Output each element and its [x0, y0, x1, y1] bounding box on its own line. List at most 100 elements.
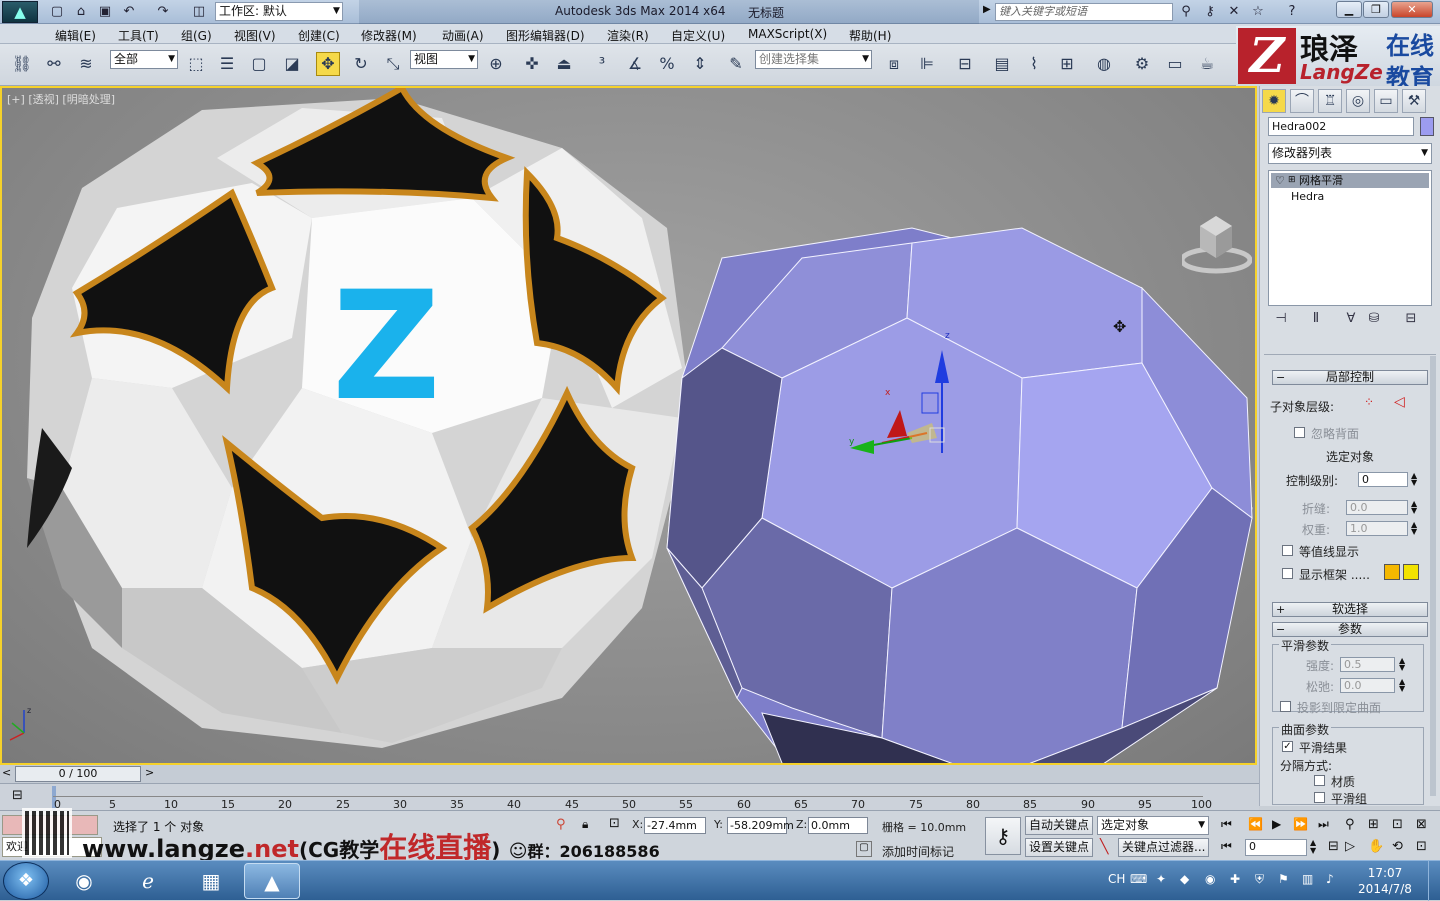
go-to-start-icon[interactable]: ⏮	[1221, 817, 1232, 832]
save-file-icon[interactable]: ▣	[96, 3, 114, 21]
new-file-icon[interactable]: ▢	[48, 3, 66, 21]
make-unique-icon[interactable]: ∀	[1340, 311, 1362, 331]
schematic-view-icon[interactable]: ⊞	[1055, 52, 1079, 76]
render-production-icon[interactable]: ☕	[1195, 52, 1219, 76]
set-key-icon[interactable]: ⚷	[985, 817, 1021, 855]
binoculars-icon[interactable]: ⚲	[1176, 3, 1196, 21]
z-coordinate-field[interactable]: 0.0mm	[808, 817, 868, 834]
zoom-extents-icon[interactable]: ⊡	[1392, 817, 1403, 832]
minimize-button[interactable]: ▁	[1336, 1, 1362, 18]
menu-create[interactable]: 创建(C)	[298, 27, 340, 44]
spinner-arrows-icon[interactable]: ▲ ▼	[1411, 500, 1417, 515]
3dsmax-taskbar-icon[interactable]: ▲	[244, 863, 300, 899]
reference-coord-dropdown[interactable]: 视图 ▼	[410, 50, 478, 69]
percent-snap-icon[interactable]: %	[655, 52, 679, 76]
stack-item-base[interactable]: Hedra	[1291, 190, 1324, 203]
bind-spacewarp-icon[interactable]: ≋	[74, 52, 98, 76]
isoline-checkbox[interactable]	[1282, 545, 1293, 556]
smoothing-groups-checkbox[interactable]	[1314, 792, 1325, 803]
mini-curve-editor-icon[interactable]: ⊟	[12, 788, 23, 803]
object-name-field[interactable]: Hedra002	[1268, 117, 1414, 136]
materials-checkbox[interactable]	[1314, 775, 1325, 786]
menu-tools[interactable]: 工具(T)	[118, 27, 159, 44]
layer-manager-icon[interactable]: ⊟	[953, 52, 977, 76]
panel-scrollbar[interactable]	[1430, 356, 1436, 796]
menu-rendering[interactable]: 渲染(R)	[607, 27, 649, 44]
vertex-mode-icon[interactable]: ⁘	[1364, 395, 1374, 409]
maximize-viewport-icon[interactable]: ⊡	[1416, 839, 1427, 854]
workspace-dropdown[interactable]: 工作区: 默认	[215, 2, 343, 21]
menu-edit[interactable]: 编辑(E)	[55, 27, 96, 44]
link-icon[interactable]: ⛓	[10, 52, 34, 76]
ignore-backface-checkbox[interactable]	[1294, 427, 1305, 438]
zoom-icon[interactable]: ⚲	[1345, 817, 1355, 832]
selection-filter-dropdown[interactable]: 全部 ▼	[110, 50, 178, 69]
control-level-spinner[interactable]: 0	[1358, 472, 1408, 487]
y-coordinate-field[interactable]: -58.209mm	[727, 817, 794, 834]
pivot-center-icon[interactable]: ⊕	[484, 52, 508, 76]
field-of-view-icon[interactable]: ▷	[1345, 839, 1355, 854]
ime-indicator[interactable]: CH	[1108, 872, 1125, 886]
volume-icon[interactable]: ♪	[1326, 872, 1334, 886]
system-clock[interactable]: 17:07 2014/7/8	[1355, 865, 1415, 897]
start-button[interactable]: ❖	[3, 862, 49, 900]
hedra-object[interactable]	[666, 227, 1253, 763]
tray-app-icon[interactable]: ◉	[1205, 872, 1215, 886]
track-bar[interactable]: ⊟ 0 5 10 15 20 25 30 35 40 45 50 55 60 6…	[0, 783, 1259, 811]
menu-animation[interactable]: 动画(A)	[442, 27, 484, 44]
undo-icon[interactable]: ↶	[120, 3, 138, 21]
current-frame-field[interactable]: 0	[1245, 839, 1307, 856]
subscription-icon[interactable]: ⚷	[1200, 3, 1220, 21]
next-frame-button-icon[interactable]: ⏩	[1293, 817, 1308, 831]
close-button[interactable]: ✕	[1391, 1, 1433, 18]
snap-toggle-icon[interactable]: ³	[590, 52, 614, 76]
project-folder-icon[interactable]: ◫	[190, 3, 208, 21]
menu-maxscript[interactable]: MAXScript(X)	[748, 27, 827, 41]
menu-modifiers[interactable]: 修改器(M)	[361, 27, 417, 44]
scene-explorer-icon[interactable]: ▤	[990, 52, 1014, 76]
spinner-arrows-icon[interactable]: ▲ ▼	[1310, 839, 1316, 855]
edge-mode-icon[interactable]: ◁	[1394, 394, 1405, 410]
time-slider[interactable]: 0 / 100	[15, 766, 141, 782]
keyboard-icon[interactable]: ⌨	[1130, 872, 1147, 886]
menu-customize[interactable]: 自定义(U)	[671, 27, 725, 44]
select-rotate-icon[interactable]: ↻	[349, 52, 373, 76]
rendered-frame-window-icon[interactable]: ▭	[1163, 52, 1187, 76]
keyboard-shortcut-icon[interactable]: ⏏	[552, 52, 576, 76]
menu-group[interactable]: 组(G)	[181, 27, 212, 44]
pan-icon[interactable]: ✋	[1368, 839, 1384, 854]
align-icon[interactable]: ⊫	[915, 52, 939, 76]
tab-utilities[interactable]: ⚒	[1402, 89, 1426, 113]
play-icon[interactable]: ▶	[1272, 817, 1281, 831]
tab-modify[interactable]: ⌒	[1290, 89, 1314, 113]
perspective-viewport[interactable]: [+] [透视] [明暗处理] Z z x y ✥ z	[0, 86, 1257, 765]
app-menu-button[interactable]: ▲	[2, 1, 38, 23]
viewcube-icon[interactable]	[1182, 208, 1252, 278]
curve-editor-icon[interactable]: ⌇	[1022, 52, 1046, 76]
expand-search-icon[interactable]: ▶	[983, 4, 991, 15]
show-desktop-button[interactable]	[1428, 861, 1440, 901]
rollout-soft-selection[interactable]: + 软选择	[1272, 602, 1428, 617]
key-filters-button[interactable]: 关键点过滤器...	[1118, 838, 1209, 857]
textured-ball[interactable]: Z	[27, 88, 692, 748]
add-time-tag[interactable]: 添加时间标记	[882, 843, 954, 860]
orbit-icon[interactable]: ⟲	[1392, 839, 1403, 854]
configure-sets-icon[interactable]: ⊟	[1400, 311, 1422, 331]
time-tag-icon[interactable]: ▢	[856, 841, 872, 857]
angle-snap-icon[interactable]: ∡	[623, 52, 647, 76]
spinner-arrows-icon[interactable]: ▲ ▼	[1411, 521, 1417, 536]
tray-app-icon[interactable]: ✦	[1156, 872, 1166, 886]
named-selection-dropdown[interactable]: 创建选择集 ▼	[755, 50, 872, 69]
lightbulb-icon[interactable]: ♡	[1275, 173, 1285, 188]
time-config-icon[interactable]: ⊟	[1328, 839, 1339, 854]
select-by-name-icon[interactable]: ☰	[215, 52, 239, 76]
project-surface-checkbox[interactable]	[1280, 701, 1291, 712]
menu-graph-editors[interactable]: 图形编辑器(D)	[506, 27, 585, 44]
shield-icon[interactable]: ⛨	[1255, 872, 1264, 887]
select-object-icon[interactable]: ⬚	[184, 52, 208, 76]
select-move-icon[interactable]: ✥	[316, 52, 340, 76]
crease-spinner[interactable]: 0.0	[1346, 500, 1408, 515]
modifier-list-dropdown[interactable]: 修改器列表 ▼	[1268, 143, 1432, 164]
go-to-end-icon[interactable]: ⏭	[1318, 817, 1329, 832]
select-manipulate-icon[interactable]: ✜	[520, 52, 544, 76]
